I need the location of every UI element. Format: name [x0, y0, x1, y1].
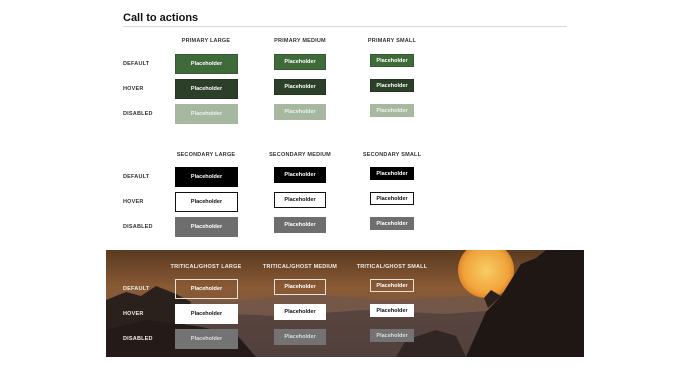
- secondary-large-disabled-button: Placeholder: [175, 217, 238, 237]
- secondary-large-default-button[interactable]: Placeholder: [175, 167, 238, 187]
- page-title: Call to actions: [123, 12, 199, 24]
- secondary-small-header: SECONDARY SMALL: [362, 152, 422, 158]
- title-divider: [123, 26, 567, 27]
- primary-large-hover-button[interactable]: Placeholder: [175, 79, 238, 99]
- secondary-small-default-button[interactable]: Placeholder: [370, 167, 414, 180]
- ghost-medium-hover-button[interactable]: Placeholder: [274, 304, 326, 320]
- primary-row-disabled-label: DISABLED: [123, 111, 153, 117]
- secondary-row-hover-label: HOVER: [123, 199, 144, 205]
- secondary-small-hover-button[interactable]: Placeholder: [370, 192, 414, 205]
- primary-small-disabled-button: Placeholder: [370, 104, 414, 117]
- ghost-row-disabled-label: DISABLED: [123, 336, 153, 342]
- sunset-background-image: TRITICAL/GHOST LARGE TRITICAL/GHOST MEDI…: [106, 250, 584, 357]
- primary-large-disabled-button: Placeholder: [175, 104, 238, 124]
- primary-row-hover-label: HOVER: [123, 86, 144, 92]
- ghost-medium-default-button[interactable]: Placeholder: [274, 279, 326, 295]
- ghost-small-disabled-button: Placeholder: [370, 329, 414, 342]
- primary-medium-disabled-button: Placeholder: [274, 104, 326, 120]
- primary-small-header: PRIMARY SMALL: [367, 38, 417, 44]
- secondary-large-hover-button[interactable]: Placeholder: [175, 192, 238, 212]
- primary-medium-hover-button[interactable]: Placeholder: [274, 79, 326, 95]
- primary-row-default-label: DEFAULT: [123, 61, 150, 67]
- secondary-small-disabled-button: Placeholder: [370, 217, 414, 230]
- secondary-medium-default-button[interactable]: Placeholder: [274, 167, 326, 183]
- ghost-row-default-label: DEFAULT: [123, 286, 150, 292]
- ghost-large-default-button[interactable]: Placeholder: [175, 279, 238, 299]
- ghost-small-hover-button[interactable]: Placeholder: [370, 304, 414, 317]
- primary-small-default-button[interactable]: Placeholder: [370, 54, 414, 67]
- secondary-medium-disabled-button: Placeholder: [274, 217, 326, 233]
- primary-small-hover-button[interactable]: Placeholder: [370, 79, 414, 92]
- ghost-row-hover-label: HOVER: [123, 311, 144, 317]
- ghost-small-header: TRITICAL/GHOST SMALL: [356, 264, 428, 270]
- ghost-small-default-button[interactable]: Placeholder: [370, 279, 414, 292]
- primary-large-default-button[interactable]: Placeholder: [175, 54, 238, 74]
- secondary-row-default-label: DEFAULT: [123, 174, 150, 180]
- secondary-row-disabled-label: DISABLED: [123, 224, 153, 230]
- ghost-large-hover-button[interactable]: Placeholder: [175, 304, 238, 324]
- ghost-large-disabled-button: Placeholder: [175, 329, 238, 349]
- primary-medium-default-button[interactable]: Placeholder: [274, 54, 326, 70]
- ghost-medium-disabled-button: Placeholder: [274, 329, 326, 345]
- secondary-medium-hover-button[interactable]: Placeholder: [274, 192, 326, 208]
